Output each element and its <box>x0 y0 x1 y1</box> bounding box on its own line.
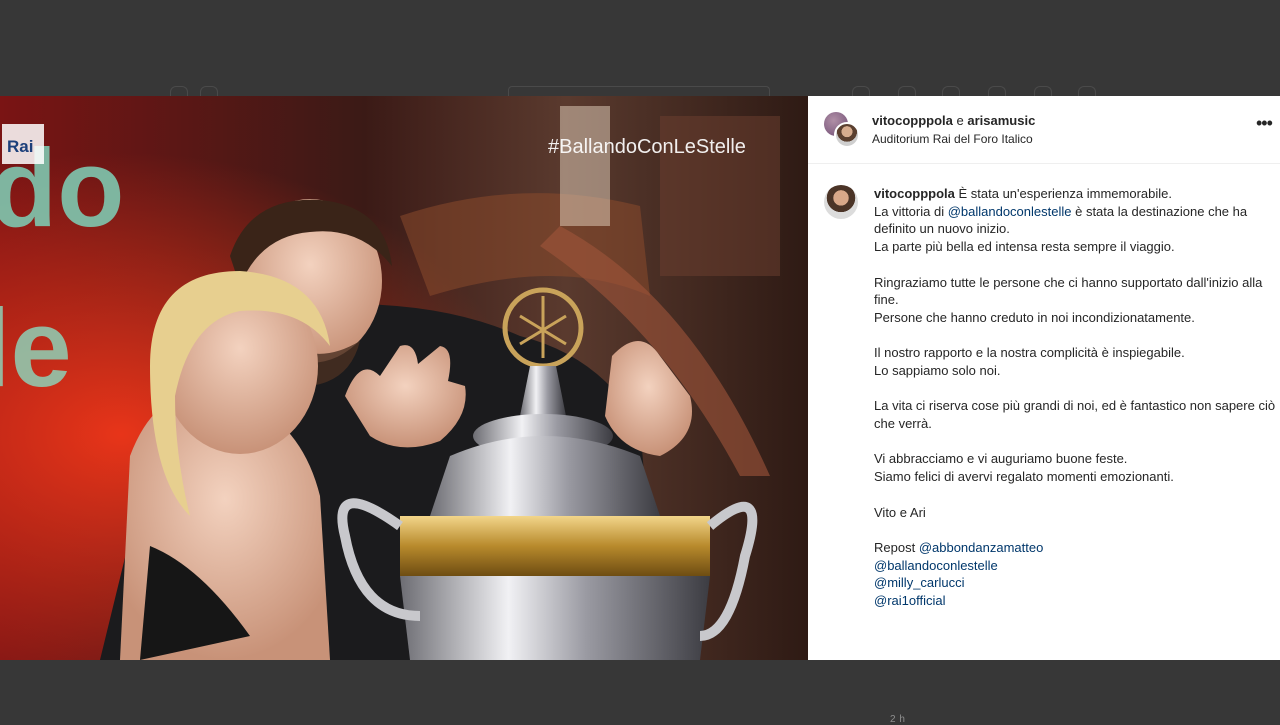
caption-author[interactable]: vitocopppola <box>874 186 955 201</box>
caption-line: Siamo felici di avervi regalato momenti … <box>874 469 1174 485</box>
conjunction: e <box>956 113 964 128</box>
location-link[interactable]: Auditorium Rai del Foro Italico <box>872 132 1033 146</box>
caption-text: vitocopppola È stata un'esperienza immem… <box>874 185 1280 610</box>
coauthor-link[interactable]: arisamusic <box>967 113 1035 128</box>
mention-link[interactable]: @milly_carlucci <box>874 575 965 590</box>
caption-line: È stata un'esperienza immemorabile. <box>954 186 1172 201</box>
post-detail-panel: vitocopppola e arisamusic Auditorium Rai… <box>808 96 1280 725</box>
repost-label: Repost <box>874 539 919 555</box>
caption-line: Vi abbracciamo e vi auguriamo buone fest… <box>874 451 1128 467</box>
avatar[interactable] <box>824 185 858 219</box>
caption-line: Il nostro rapporto e la nostra complicit… <box>874 345 1185 361</box>
mention-link[interactable]: @abbondanzamatteo <box>919 540 1044 555</box>
avatar[interactable] <box>834 122 860 148</box>
more-horizontal-icon[interactable]: ••• <box>1256 114 1276 132</box>
svg-text:le: le <box>0 287 72 410</box>
caption-line: Ringraziamo tutte le persone che ci hann… <box>874 274 1263 308</box>
caption-line: La parte più bella ed intensa resta semp… <box>874 239 1175 255</box>
signature: Vito e Ari <box>874 504 926 520</box>
post-photo[interactable]: do le Rai #BallandoConLeStelle <box>0 96 808 660</box>
svg-text:Rai: Rai <box>7 137 33 156</box>
caption-line: La vita ci riserva cose più grandi di no… <box>874 398 1276 432</box>
mention-link[interactable]: @ballandoconlestelle <box>948 204 1072 219</box>
post-header: vitocopppola e arisamusic Auditorium Rai… <box>808 96 1280 164</box>
post-authors: vitocopppola e arisamusic <box>872 113 1035 128</box>
caption-line: Persone che hanno creduto in noi incondi… <box>874 309 1195 325</box>
collab-avatars[interactable] <box>824 112 860 148</box>
hashtag-overlay: #BallandoConLeStelle <box>548 136 746 158</box>
author-link[interactable]: vitocopppola <box>872 113 953 128</box>
caption-line: La vittoria di <box>874 203 948 219</box>
background-toolbar <box>0 86 1280 97</box>
photo-illustration: do le Rai #BallandoConLeStelle <box>0 96 808 660</box>
mention-link[interactable]: @ballandoconlestelle <box>874 558 998 573</box>
caption-line: Lo sappiamo solo noi. <box>874 363 1001 378</box>
mention-link[interactable]: @rai1official <box>874 593 946 608</box>
